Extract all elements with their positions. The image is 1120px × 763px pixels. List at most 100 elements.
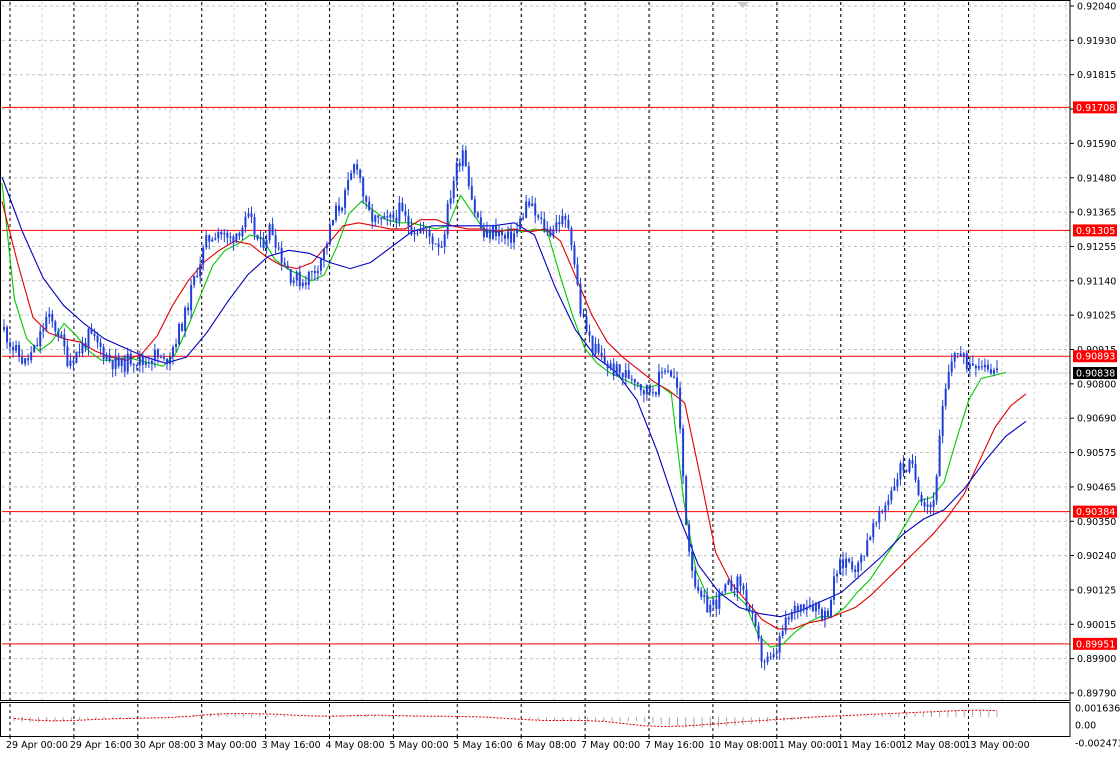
candle-body [416, 232, 419, 234]
candle-body [745, 589, 748, 607]
price-tick-label: 0.89900 [1077, 654, 1116, 665]
candle-body [709, 604, 712, 613]
candle-body [754, 613, 757, 626]
candle-body [401, 202, 404, 212]
candle-body [12, 346, 15, 351]
candle-body [304, 282, 307, 285]
candle-body [181, 324, 184, 331]
candle-body [93, 333, 96, 336]
candle-body [766, 656, 769, 662]
candle-body [410, 226, 413, 235]
candle-body [863, 555, 866, 557]
candle-body [941, 405, 944, 436]
candle-body [854, 569, 857, 572]
time-tick-label: 11 May 00:00 [773, 740, 838, 751]
time-tick-label: 6 May 08:00 [517, 740, 576, 751]
candle-body [989, 369, 992, 374]
candle-body [81, 342, 84, 354]
candle-body [102, 347, 105, 359]
chart-window[interactable]: 0.920400.919300.918150.917050.915900.914… [0, 0, 1120, 758]
candle-body [531, 203, 534, 207]
candle-body [437, 243, 440, 248]
candle-body [132, 364, 135, 366]
candle-body [932, 500, 935, 508]
candle-body [790, 612, 793, 620]
candle-body [956, 353, 959, 355]
level-tag-label: 0.91708 [1076, 103, 1115, 114]
candle-body [857, 562, 860, 572]
candle-body [54, 321, 57, 331]
candle-body [908, 460, 911, 472]
candle-body [899, 463, 902, 480]
candle-body [169, 356, 172, 365]
candle-body [75, 351, 78, 363]
candle-body [39, 331, 42, 347]
candle-body [715, 599, 718, 609]
candle-body [929, 504, 932, 508]
candle-body [425, 229, 428, 231]
candle-body [117, 356, 120, 367]
candle-body [413, 232, 416, 235]
candle-body [497, 231, 500, 237]
candle-body [374, 215, 377, 222]
candle-body [760, 638, 763, 662]
price-tick-label: 0.91365 [1077, 208, 1116, 219]
oscillator-tick-label: -0.002473 [1075, 739, 1120, 750]
level-tag-label: 0.91305 [1076, 226, 1115, 237]
candle-body [537, 215, 540, 218]
candle-body [769, 656, 772, 658]
candle-body [120, 357, 123, 367]
candle-body [6, 327, 9, 343]
candle-body [196, 275, 199, 277]
candle-body [220, 231, 223, 235]
candle-body [576, 264, 579, 285]
candle-body [165, 358, 168, 365]
time-tick-label: 29 Apr 16:00 [70, 740, 132, 751]
candle-body [325, 243, 328, 249]
candle-body [543, 218, 546, 231]
candle-body [96, 335, 99, 343]
candle-body [772, 654, 775, 658]
candle-body [277, 247, 280, 249]
candle-body [974, 365, 977, 369]
candle-body [350, 173, 353, 180]
candle-body [389, 214, 392, 218]
candle-body [787, 617, 790, 620]
time-tick-label: 3 May 00:00 [198, 740, 257, 751]
candle-body [331, 220, 334, 226]
candle-body [458, 162, 461, 167]
candle-body [9, 342, 12, 347]
candle-body [482, 227, 485, 238]
candle-body [591, 335, 594, 354]
candle-body [911, 460, 914, 464]
candle-body [356, 164, 359, 170]
candle-body [781, 631, 784, 636]
candle-body [588, 331, 591, 336]
candle-body [147, 362, 150, 364]
candle-body [802, 604, 805, 611]
signal-line [13, 709, 998, 728]
candle-body [685, 476, 688, 525]
candle-body [799, 604, 802, 612]
candle-body [627, 370, 630, 379]
candle-body [968, 363, 971, 370]
candle-body [395, 217, 398, 222]
oscillator-frame [0, 702, 1071, 737]
candle-body [247, 213, 250, 217]
price-tick-label: 0.91255 [1077, 242, 1116, 253]
candle-body [175, 344, 178, 348]
candle-body [42, 329, 45, 332]
candle-body [235, 233, 238, 243]
candle-body [570, 227, 573, 246]
time-tick-label: 29 Apr 00:00 [6, 740, 68, 751]
candle-body [630, 378, 633, 380]
price-tick-label: 0.91025 [1077, 311, 1116, 322]
price-chart[interactable]: 0.920400.919300.918150.917050.915900.914… [0, 0, 1120, 758]
candle-body [338, 205, 341, 211]
candle-body [697, 586, 700, 591]
candle-body [229, 236, 232, 238]
candle-body [105, 354, 108, 359]
level-tag-label: 0.89951 [1076, 639, 1115, 650]
candle-body [316, 270, 319, 274]
candle-body [223, 232, 226, 235]
